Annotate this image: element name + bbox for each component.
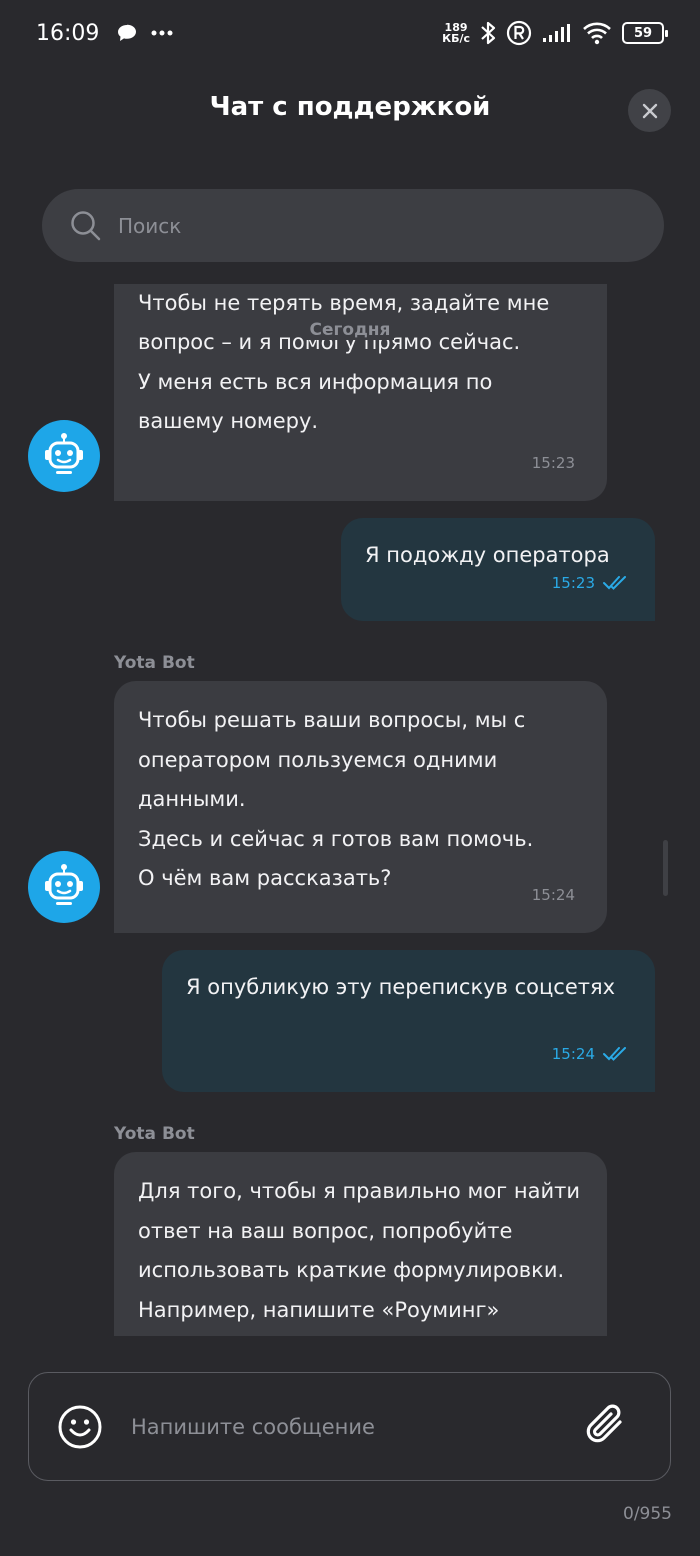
scrollbar[interactable]: [663, 840, 668, 896]
status-time: 16:09: [36, 20, 100, 46]
page-title: Чат с поддержкой: [209, 92, 491, 122]
message-text: Чтобы решать ваши вопросы, мы с оператор…: [138, 708, 534, 890]
smiley-icon[interactable]: [57, 1404, 103, 1450]
sender-name: Yota Bot: [114, 1124, 195, 1144]
message-composer[interactable]: Напишите сообщение: [28, 1372, 671, 1481]
bot-message: Оператора придется подождать. Чтобы не т…: [114, 284, 607, 501]
wifi-icon: [583, 22, 611, 45]
search-input[interactable]: Поиск: [42, 189, 664, 262]
message-time: 15:23: [551, 573, 595, 592]
message-text: Для того, чтобы я правильно мог найти от…: [138, 1179, 580, 1322]
message-text: Оператора придется подождать. Чтобы не т…: [138, 290, 550, 434]
chat-bubble-icon: [118, 24, 137, 41]
support-chat-screen: 16:09 189 КБ/с 59 Чат с поддержкой Поиск…: [0, 0, 700, 1556]
status-bar: 16:09 189 КБ/с 59: [0, 0, 700, 66]
character-counter: 0/955: [623, 1504, 672, 1524]
double-check-icon: [603, 1047, 626, 1062]
chat-header: Чат с поддержкой: [0, 70, 700, 150]
network-speed: 189 КБ/с: [442, 22, 470, 44]
status-left-icons: [117, 24, 173, 42]
message-text: Я опубликую эту перепискув соцсетях: [186, 975, 616, 999]
attach-button[interactable]: [584, 1403, 630, 1453]
user-message: Я подожду оператора 15:23: [341, 518, 655, 621]
date-divider-label: Сегодня: [305, 320, 395, 340]
message-time-row: 15:24: [552, 1035, 627, 1075]
battery-level: 59: [633, 25, 653, 41]
user-message: Я опубликую эту перепискув соцсетях 15:2…: [162, 950, 655, 1092]
double-check-icon: [603, 576, 626, 591]
roaming-r-icon: [506, 20, 532, 46]
status-right-icons: 189 КБ/с 59: [442, 20, 668, 46]
bot-avatar: [28, 420, 100, 492]
bluetooth-icon: [481, 21, 496, 45]
date-divider: Сегодня: [0, 320, 700, 340]
message-list[interactable]: Сегодня Оператора придется подождать. Чт…: [0, 284, 700, 1336]
more-dots-icon: [151, 30, 173, 36]
close-button[interactable]: [628, 89, 671, 132]
message-time: 15:24: [551, 1044, 595, 1063]
bot-message: Для того, чтобы я правильно мог найти от…: [114, 1152, 607, 1336]
signal-icon: [543, 24, 570, 42]
battery-indicator: 59: [622, 22, 668, 44]
robot-icon: [45, 864, 83, 905]
search-icon: [71, 210, 101, 240]
message-time: 15:23: [531, 453, 575, 472]
message-time-row: 15:23: [552, 564, 627, 604]
message-time: 15:24: [531, 885, 575, 904]
search-placeholder: Поиск: [118, 213, 182, 238]
close-icon: [642, 103, 657, 118]
paperclip-icon: [586, 1404, 622, 1443]
bot-avatar: [28, 851, 100, 923]
bot-message: Чтобы решать ваши вопросы, мы с оператор…: [114, 681, 607, 933]
network-speed-unit: КБ/с: [442, 32, 470, 45]
message-input-placeholder[interactable]: Напишите сообщение: [131, 1415, 375, 1439]
robot-icon: [45, 433, 83, 474]
sender-name: Yota Bot: [114, 653, 195, 673]
